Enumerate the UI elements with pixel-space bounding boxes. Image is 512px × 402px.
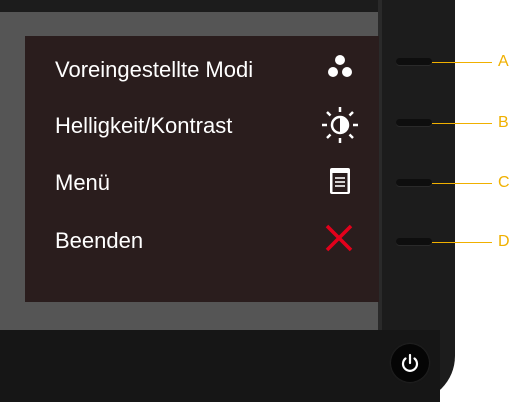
- exit-x-icon: [320, 220, 360, 260]
- menu-icon: [320, 162, 360, 202]
- power-icon: [401, 353, 419, 372]
- power-button[interactable]: [391, 344, 429, 382]
- hardware-button-d[interactable]: [396, 238, 432, 245]
- brightness-contrast-icon: [320, 105, 360, 145]
- osd-menu-panel: Voreingestellte Modi Helligkeit/Kontrast: [25, 36, 379, 302]
- callout-label-a: A: [498, 53, 509, 70]
- callout-line-a: [432, 62, 492, 63]
- osd-item-label: Helligkeit/Kontrast: [55, 113, 233, 138]
- osd-item-label: Voreingestellte Modi: [55, 57, 254, 82]
- callout-label-c: C: [498, 174, 510, 191]
- osd-item-label: Beenden: [55, 228, 144, 253]
- callout-label-b: B: [498, 114, 509, 131]
- callout-line-c: [432, 183, 492, 184]
- osd-item-exit[interactable]: Beenden: [25, 220, 379, 260]
- osd-item-menu[interactable]: Menü: [25, 162, 379, 202]
- hardware-button-c[interactable]: [396, 179, 432, 186]
- callout-label-d: D: [498, 233, 510, 250]
- hardware-button-a[interactable]: [396, 58, 432, 65]
- preset-modes-icon: [320, 49, 360, 89]
- osd-item-brightness-contrast[interactable]: Helligkeit/Kontrast: [25, 105, 379, 145]
- osd-item-label: Menü: [55, 170, 111, 195]
- hardware-button-b[interactable]: [396, 119, 432, 126]
- monitor-chin: [0, 330, 440, 402]
- osd-item-preset-modes[interactable]: Voreingestellte Modi: [25, 49, 379, 89]
- callout-line-b: [432, 123, 492, 124]
- callout-line-d: [432, 242, 492, 243]
